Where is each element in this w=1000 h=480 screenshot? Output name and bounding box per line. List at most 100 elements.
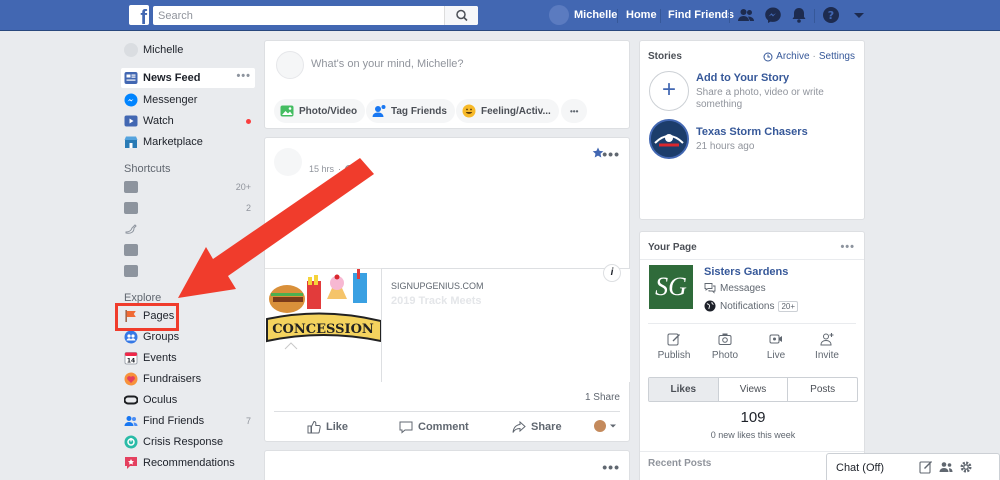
page-logo[interactable]: SG <box>649 265 693 309</box>
create-group-icon[interactable] <box>939 460 953 474</box>
story-name[interactable]: Texas Storm Chasers <box>696 126 808 138</box>
search-icon <box>456 9 468 22</box>
like-button[interactable]: Like <box>307 420 348 434</box>
comment-icon <box>399 421 413 434</box>
sidebar-item-fundraisers[interactable]: Fundraisers <box>121 369 255 389</box>
sidebar-item-watch[interactable]: Watch <box>121 111 255 131</box>
feeling-emoji-icon <box>462 104 476 118</box>
nav-find-friends-link[interactable]: Find Friends <box>668 9 734 21</box>
sidebar-item-find-friends[interactable]: Find Friends 7 <box>121 411 255 431</box>
feeling-activity-button[interactable]: Feeling/Activ... <box>456 99 559 123</box>
notifications-bell-icon[interactable] <box>790 6 808 24</box>
messenger-icon[interactable] <box>764 6 782 24</box>
tab-posts[interactable]: Posts <box>788 378 857 401</box>
notifications-label: Notifications <box>720 300 775 312</box>
share-button[interactable]: Share <box>512 420 562 434</box>
search-input[interactable] <box>153 6 443 25</box>
news-feed-options-icon[interactable]: ••• <box>236 71 251 82</box>
publish-button[interactable]: Publish <box>649 332 699 361</box>
stories-archive-link[interactable]: Archive <box>776 51 809 62</box>
stories-settings-link[interactable]: Settings <box>819 51 855 62</box>
messages-icon <box>704 283 716 294</box>
chat-status-label[interactable]: Chat (Off) <box>836 462 884 474</box>
avatar[interactable] <box>274 148 302 176</box>
search-button[interactable] <box>444 6 478 25</box>
facebook-logo-icon[interactable]: f <box>129 5 149 25</box>
sidebar-item-oculus[interactable]: Oculus <box>121 390 255 410</box>
nav-user-name: Michelle <box>574 9 618 21</box>
your-page-options-icon[interactable]: ••• <box>840 242 855 253</box>
comment-button[interactable]: Comment <box>399 420 469 434</box>
sidebar-shortcut-item[interactable]: 2 <box>121 198 255 218</box>
post-as-selector[interactable] <box>594 420 617 432</box>
post-options-icon[interactable]: ••• <box>602 460 620 474</box>
top-navigation-bar: f Michelle Home Find Friends ? <box>0 0 1000 31</box>
post-composer: What's on your mind, Michelle? Photo/Vid… <box>264 40 630 129</box>
nav-divider <box>729 9 730 23</box>
dot-separator: · <box>338 164 342 174</box>
like-label: Like <box>326 421 349 433</box>
sidebar-item-news-feed[interactable]: News Feed ••• <box>121 68 255 88</box>
sidebar-item-marketplace[interactable]: Marketplace <box>121 132 255 152</box>
friend-requests-icon[interactable] <box>737 6 755 24</box>
sidebar-shortcut-item[interactable]: 20+ <box>121 177 255 197</box>
globe-icon <box>345 165 354 173</box>
globe-icon <box>704 300 716 312</box>
photo-button[interactable]: Photo <box>700 332 750 361</box>
sidebar-shortcut-item[interactable] <box>121 261 255 281</box>
composer-prompt[interactable]: What's on your mind, Michelle? <box>311 58 464 70</box>
divider <box>648 323 856 324</box>
page-messages-link[interactable]: Messages <box>704 282 766 294</box>
likes-count: 109 <box>740 409 766 426</box>
gear-icon[interactable] <box>959 460 973 474</box>
tab-likes[interactable]: Likes <box>649 378 719 401</box>
help-icon[interactable]: ? <box>822 6 840 24</box>
group-icon <box>124 265 138 277</box>
add-to-story-link[interactable]: Add to Your Story <box>696 72 789 84</box>
more-dots-icon: ••• <box>570 106 579 116</box>
invite-button[interactable]: Invite <box>802 332 852 361</box>
live-button[interactable]: Live <box>751 332 801 361</box>
divider <box>274 411 620 412</box>
avatar <box>124 43 138 57</box>
avatar <box>276 51 304 79</box>
share-label: Share <box>531 421 562 433</box>
add-story-plus-icon[interactable]: + <box>649 71 689 111</box>
svg-text:?: ? <box>828 9 834 22</box>
feed-post: ••• <box>264 450 630 480</box>
info-icon[interactable]: i <box>603 264 621 282</box>
page-name-link[interactable]: Sisters Gardens <box>704 266 788 278</box>
tab-views[interactable]: Views <box>719 378 789 401</box>
post-time-text: 15 hrs <box>309 164 335 174</box>
sidebar-item-profile[interactable]: Michelle <box>121 40 255 60</box>
sidebar-item-label: Oculus <box>143 394 178 406</box>
link-preview-image[interactable]: CONCESSION <box>265 268 381 382</box>
sidebar-shortcut-item[interactable] <box>121 219 255 239</box>
account-menu-chevron-down-icon[interactable] <box>850 6 868 24</box>
group-icon <box>124 181 138 193</box>
story-avatar[interactable] <box>649 119 689 159</box>
calendar-icon: 14 <box>124 352 138 365</box>
chat-bar[interactable]: Chat (Off) <box>826 453 1000 480</box>
photo-video-button[interactable]: Photo/Video <box>274 99 366 123</box>
sidebar-item-events[interactable]: 14 Events <box>121 348 255 368</box>
tag-friends-button[interactable]: Tag Friends <box>366 99 455 123</box>
sidebar-shortcut-item[interactable] <box>121 240 255 260</box>
stories-links: Archive · Settings <box>763 51 855 62</box>
sidebar-item-crisis-response[interactable]: Crisis Response <box>121 432 255 452</box>
new-message-icon[interactable] <box>919 460 933 474</box>
post-timestamp[interactable]: 15 hrs · <box>309 164 354 174</box>
share-count[interactable]: 1 Share <box>585 392 620 403</box>
sidebar-item-label: Find Friends <box>143 415 205 427</box>
sidebar-item-messenger[interactable]: Messenger <box>121 90 255 110</box>
nav-home-link[interactable]: Home <box>626 9 657 21</box>
page-notifications-link[interactable]: Notifications 20+ <box>704 300 799 312</box>
sidebar-item-label: Marketplace <box>143 136 203 148</box>
sidebar-item-recommendations[interactable]: Recommendations <box>121 453 255 473</box>
nav-profile-link[interactable]: Michelle <box>549 5 617 25</box>
composer-more-button[interactable]: ••• <box>561 99 588 123</box>
link-preview-info[interactable]: SIGNUPGENIUS.COM 2019 Track Meets <box>381 268 630 382</box>
post-options-icon[interactable]: ••• <box>602 147 620 161</box>
sidebar-item-label: Watch <box>143 115 174 127</box>
messages-label: Messages <box>720 282 766 294</box>
